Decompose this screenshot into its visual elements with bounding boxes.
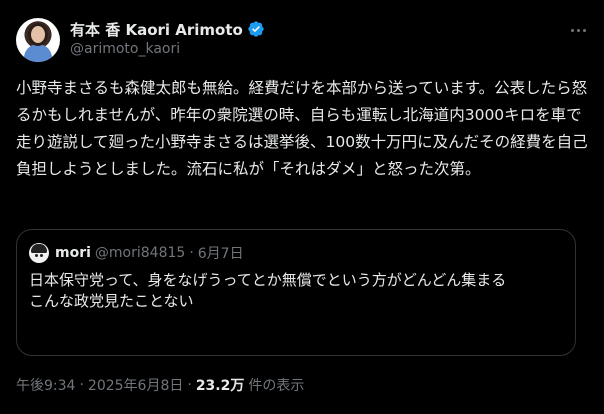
author-avatar[interactable] — [16, 18, 60, 62]
views-count[interactable]: 23.2万 — [196, 375, 245, 395]
author-display-name[interactable]: 有本 香 Kaori Arimoto — [70, 19, 243, 40]
tweet-text: 小野寺まさるも森健太郎も無給。経費だけを本部から送っています。公表したら怒るかも… — [16, 79, 588, 178]
quoted-author-name: mori — [55, 245, 91, 261]
display-name-row: 有本 香 Kaori Arimoto — [70, 18, 265, 40]
more-dot — [582, 28, 586, 32]
more-dot — [576, 28, 580, 32]
quoted-author-avatar — [29, 243, 49, 263]
quoted-tweet-date: 6月7日 — [197, 246, 244, 262]
separator-dot: · — [79, 377, 84, 393]
tweet: 有本 香 Kaori Arimoto @arimoto_kaori 小野寺まさる… — [0, 0, 604, 414]
avatar-eye — [40, 254, 43, 257]
quoted-tweet-header: mori @mori84815 · 6月7日 — [29, 242, 244, 264]
tweet-meta: 午後9:34 · 2025年6月8日 · 23.2万 件の表示 — [16, 374, 304, 396]
more-options-icon[interactable] — [568, 20, 588, 40]
tweet-time[interactable]: 午後9:34 — [16, 375, 75, 395]
separator-dot: · — [187, 377, 192, 393]
separator-dot: · — [189, 245, 194, 261]
author-handle[interactable]: @arimoto_kaori — [70, 41, 265, 57]
quoted-tweet[interactable]: mori @mori84815 · 6月7日 日本保守党って、身をなげうってとか… — [16, 229, 576, 356]
more-dot — [570, 28, 574, 32]
tweet-date[interactable]: 2025年6月8日 — [88, 375, 183, 395]
quoted-author-handle: @mori84815 — [94, 245, 186, 261]
tweet-header: 有本 香 Kaori Arimoto @arimoto_kaori — [16, 16, 588, 64]
author-names: 有本 香 Kaori Arimoto @arimoto_kaori — [70, 18, 265, 57]
verified-badge-icon — [248, 21, 264, 37]
avatar-eye — [35, 254, 38, 257]
views-label: 件の表示 — [248, 378, 305, 394]
avatar-hair — [31, 244, 47, 253]
avatar-jacket — [24, 44, 52, 62]
avatar-face — [31, 26, 45, 43]
quoted-tweet-text: 日本保守党って、身をなげうってとか無償でという方がどんどん集まる こんな政党見た… — [29, 271, 507, 310]
